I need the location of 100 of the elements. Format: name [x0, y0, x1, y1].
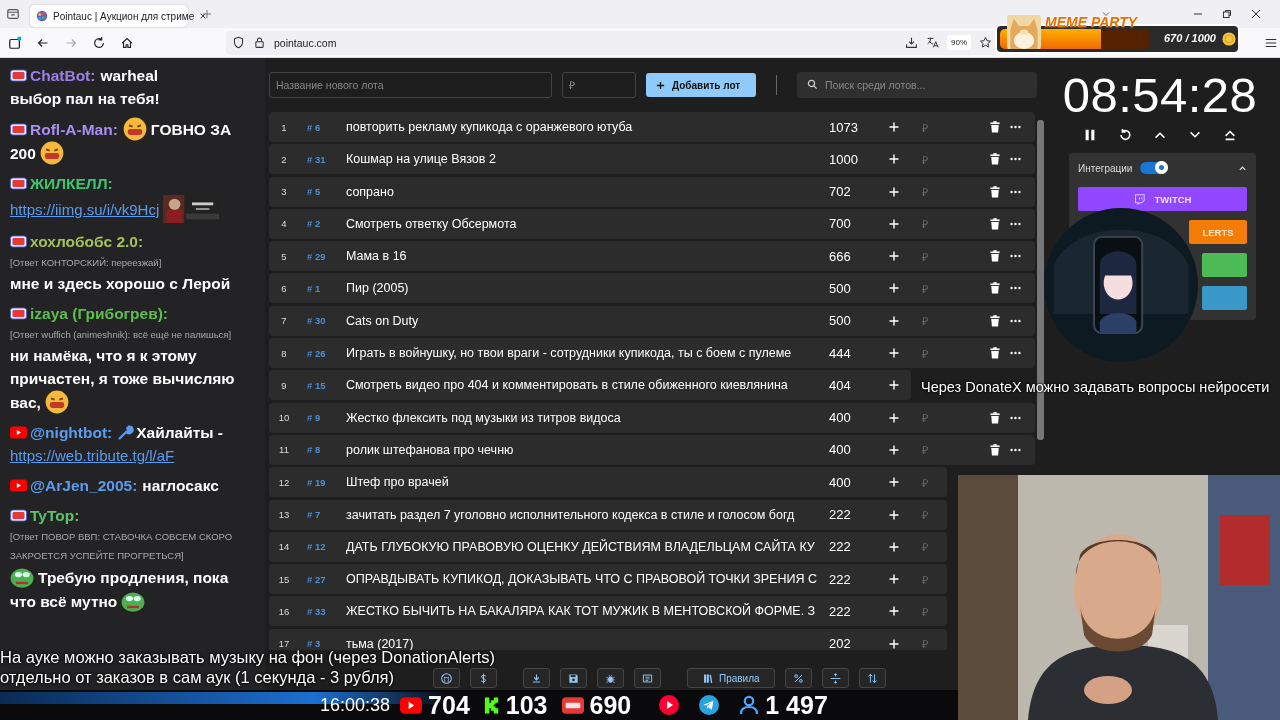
chat-author[interactable]: @ArJen_2005: [30, 477, 138, 494]
lot-row[interactable]: 5 # 29 Мама в 16 666 ₽ [269, 241, 1035, 272]
plus-icon[interactable] [889, 186, 899, 197]
search-field[interactable]: Поиск среди лотов... [797, 72, 1037, 98]
tab-list-icon[interactable] [6, 7, 20, 21]
more-icon[interactable] [1010, 189, 1021, 194]
plus-icon[interactable] [889, 477, 899, 488]
lot-row[interactable]: 17 # 3 тьма (2017) 202 ₽ [269, 628, 947, 650]
toggle-switch[interactable] [1140, 162, 1168, 174]
list-button[interactable] [634, 668, 661, 688]
lot-row[interactable]: 2 # 31 Кошмар на улице Вязов 2 1000 ₽ [269, 144, 1035, 175]
percent-button[interactable] [784, 668, 812, 688]
chat-author[interactable]: TyTop: [30, 507, 80, 524]
plus-icon[interactable] [889, 444, 899, 455]
url-text: pointauc.com [274, 36, 337, 49]
home-icon[interactable] [120, 35, 134, 50]
plus-icon[interactable] [889, 348, 899, 359]
save-button[interactable] [560, 668, 587, 688]
plus-icon[interactable] [889, 122, 899, 132]
bug-button[interactable] [597, 668, 624, 688]
download-icon[interactable] [905, 36, 918, 49]
plus-icon[interactable] [889, 283, 899, 294]
trash-icon[interactable] [990, 347, 1000, 360]
split-button[interactable] [821, 668, 849, 688]
more-icon[interactable] [1010, 318, 1021, 323]
trash-icon[interactable] [990, 411, 1000, 424]
chat-author[interactable]: ЖИЛКЕЛЛ: [30, 175, 113, 192]
rules-button[interactable]: Правила [687, 668, 775, 688]
more-icon[interactable] [1010, 157, 1021, 162]
lot-row[interactable]: 11 # 8 ролик штефанова про чечню 400 ₽ [269, 434, 1035, 465]
download-button[interactable] [523, 668, 550, 688]
trash-icon[interactable] [990, 185, 1000, 198]
lot-id: # 29 [306, 250, 327, 262]
trash-icon[interactable] [990, 250, 1000, 263]
plus-icon[interactable] [889, 574, 899, 585]
chat-author[interactable]: Rofl-A-Man: [30, 121, 118, 138]
live-badge-icon [10, 509, 27, 522]
lot-row[interactable]: 15 # 27 ОПРАВДЫВАТЬ КУПИКОД, ДОКАЗЫВАТЬ ЧТО С ПРАВОВОЙ ТОЧКИ ЗРЕНИЯ С 222 ₽ [269, 564, 947, 595]
plus-icon[interactable] [889, 251, 899, 262]
twitch-button[interactable]: TWITCH [1078, 187, 1247, 211]
trash-icon[interactable] [990, 314, 1000, 327]
plus-icon[interactable] [889, 315, 899, 326]
translate-icon[interactable] [926, 36, 939, 49]
plus-icon[interactable] [889, 154, 899, 165]
chevron-up-icon[interactable] [1238, 163, 1247, 173]
chat-author[interactable]: хохлобобс 2.0: [30, 233, 144, 250]
plus-icon[interactable] [889, 606, 899, 617]
chat-link[interactable]: https://web.tribute.tg/l/aF [10, 444, 175, 467]
lot-name-field[interactable]: Название нового лота [269, 72, 552, 98]
plus-icon[interactable] [889, 541, 899, 552]
trash-icon[interactable] [990, 153, 1000, 166]
more-icon[interactable] [1010, 286, 1021, 291]
more-icon[interactable] [1010, 125, 1021, 129]
trash-icon[interactable] [990, 443, 1000, 456]
plus-icon[interactable] [889, 380, 899, 391]
new-tab-icon[interactable] [202, 9, 212, 19]
lot-row[interactable]: 12 # 19 Штеф про врачей 400 ₽ [269, 467, 947, 498]
lot-row[interactable]: 10 # 9 Жестко флексить под музыки из титров видоса 400 ₽ [269, 402, 1035, 433]
lot-row[interactable]: 7 # 30 Cats on Duty 500 ₽ [269, 305, 1035, 336]
more-icon[interactable] [1010, 447, 1021, 452]
lot-row[interactable]: 14 # 12 ДАТЬ ГЛУБОКУЮ ПРАВОВУЮ ОЦЕНКУ ДЕЙСТВИЯМ ВЛАДЕЛЬЦАМ САЙТА КУ 222 ₽ [269, 531, 947, 562]
chat-author[interactable]: @nightbot: [30, 424, 113, 441]
donate-button[interactable] [470, 668, 497, 688]
more-icon[interactable] [1010, 221, 1021, 226]
sidebar-icon[interactable] [8, 35, 22, 50]
lot-row[interactable]: 1 # 6 повторить рекламу купикода с оранжевого ютуба 1073 ₽ [269, 112, 1035, 142]
lot-row[interactable]: 13 # 7 зачитать раздел 7 уголовно исполнительного кодекса в стиле и голосом богд 222 ₽ [269, 499, 947, 530]
lot-index: 16 [277, 605, 291, 617]
chat-link[interactable]: https://iimg.su/i/vk9Hcj [10, 198, 160, 221]
plus-icon[interactable] [889, 509, 899, 520]
restore-icon[interactable] [1222, 9, 1232, 19]
trash-icon[interactable] [990, 282, 1000, 295]
reload-icon[interactable] [92, 35, 106, 50]
trash-icon[interactable] [990, 121, 1000, 133]
lot-row[interactable]: 6 # 1 Пир (2005) 500 ₽ [269, 273, 1035, 304]
lot-row[interactable]: 3 # 5 сопрано 702 ₽ [269, 176, 1035, 207]
add-lot-button[interactable]: Добавить лот [646, 73, 756, 97]
plus-icon[interactable] [889, 218, 899, 229]
zoom-level[interactable]: 90% [947, 35, 971, 50]
lot-amount: 222 [828, 507, 852, 523]
more-icon[interactable] [1010, 351, 1021, 356]
more-icon[interactable] [1010, 415, 1021, 420]
github-button[interactable] [433, 668, 460, 688]
chat-author[interactable]: izaya (Грибогрев): [30, 305, 169, 322]
lot-row[interactable]: 9 # 15 Смотреть видео про 404 и комментировать в стиле обиженного киевлянина 404 [269, 370, 911, 401]
lot-name: Cats on Duty [346, 313, 420, 328]
lot-row[interactable]: 4 # 2 Смотреть ответку Обсермота 700 ₽ [269, 208, 1035, 239]
plus-icon[interactable] [889, 638, 899, 649]
close-icon[interactable] [1251, 9, 1261, 19]
star-icon[interactable] [979, 36, 992, 49]
trash-icon[interactable] [990, 217, 1000, 230]
address-bar[interactable]: pointauc.com 90% [226, 30, 998, 55]
plus-icon[interactable] [889, 412, 899, 423]
lot-row[interactable]: 8 # 26 Играть в войнушку, но твои враги - сотрудники купикода, ты с боем с пулеме 444 ₽ [269, 338, 1035, 369]
amount-field[interactable]: ₽ [562, 72, 636, 98]
more-icon[interactable] [1010, 254, 1021, 259]
sort-button[interactable] [858, 668, 886, 688]
lot-row[interactable]: 16 # 33 ЖЕСТКО БЫЧИТЬ НА БАКАЛЯРА КАК ТОТ МУЖИК В МЕНТОВСКОЙ ФОРМЕ. З 222 ₽ [269, 596, 947, 627]
chat-author[interactable]: ChatBot: [30, 67, 96, 84]
close-icon[interactable] [199, 12, 208, 20]
